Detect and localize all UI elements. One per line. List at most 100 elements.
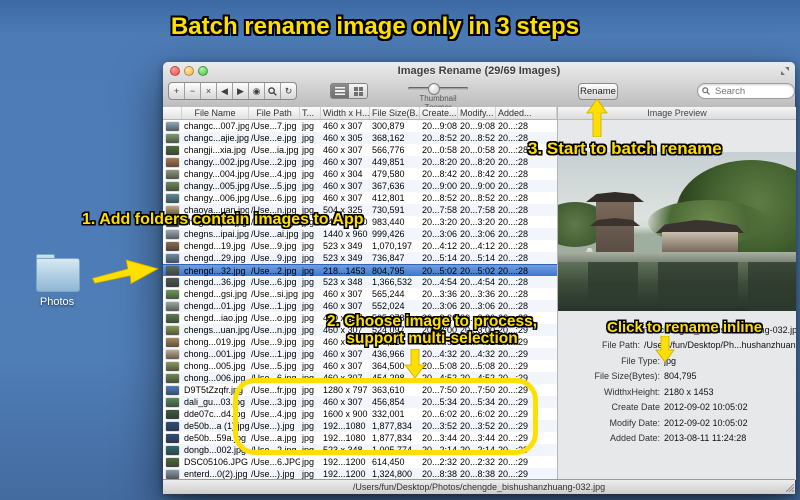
table-row[interactable]: chegns...ipai.jpg/Use...ai.jpg jpg 1440 x … [163,228,557,240]
table-row[interactable]: chengd...29.jpg/Use...9.jpg jpg 523 x 349 7… [163,252,557,264]
preview-fields: File Name: chengde_bishushanzhuang-032.jp… [558,322,796,446]
preview-field[interactable]: WidthxHeight: 2180 x 1453 [558,384,796,400]
cell-created: 20...3:36 [422,289,458,299]
cell-added: 20...:28 [498,229,529,239]
table-row[interactable]: chong...006.jpg/Use...6.jpg jpg 460 x 307 4… [163,372,557,384]
cell-modified: 20...7:58 [460,205,496,215]
column-header[interactable]: T... [300,107,321,119]
annotation-step3: 3. Start to batch rename [528,139,722,158]
list-view-button[interactable] [331,84,349,98]
field-value[interactable]: 2012-09-02 10:05:02 [664,418,748,428]
table-row[interactable]: chengd...32.jpg/Use...2.jpg jpg 218...1453… [163,264,557,276]
table-row[interactable]: chong...005.jpg/Use...5.jpg jpg 460 x 307 3… [163,360,557,372]
image-thumbnail [166,445,179,455]
photo-water [558,262,796,311]
cell-created: 20...4:12 [422,241,458,251]
cell-size: 449,851 [372,157,405,167]
column-header[interactable]: File Path [249,107,300,119]
image-thumbnail [166,433,179,443]
image-thumbnail [166,133,179,143]
table-row[interactable]: dde07c...d4.jpg/Use...4.jpg jpg 1600 x 900… [163,408,557,420]
search-field[interactable] [697,83,795,99]
table-row[interactable]: de50b...59a.jpg/Use...a.jpg jpg 192...1080… [163,432,557,444]
preview-field[interactable]: File Size(Bytes): 804,795 [558,369,796,385]
table-row[interactable]: chengd...gsi.jpg/Use...si.jpg jpg 460 x 30… [163,288,557,300]
table-row[interactable]: changy...005.jpg/Use...5.jpg jpg 460 x 307… [163,180,557,192]
cell-modified: 20...4:54 [460,277,496,287]
column-header[interactable]: File Size(B... [370,107,420,119]
cell-added: 20...:28 [498,193,529,203]
preview-field[interactable]: File Path:/Users/fun/Desktop/Ph...hushan… [558,338,796,354]
column-header[interactable]: Modify... [458,107,496,119]
magnifier-icon[interactable] [265,83,281,99]
table-row[interactable]: changji...xia.jpg/Use...ia.jpg jpg 460 x 3… [163,144,557,156]
table-row[interactable]: dongb...002.jpg/Use...2.jpg jpg 523 x 348 1… [163,444,557,456]
folder-label: Photos [39,296,75,308]
table-row[interactable]: DSC05106.JPG/Use...6.JPG jpg 192...1200 614… [163,456,557,468]
table-row[interactable]: changy...004.jpg/Use...4.jpg jpg 460 x 304… [163,168,557,180]
back-icon[interactable]: ◀ [217,83,233,99]
cell-size: 368,162 [372,133,405,143]
cell-size: 1,005,774 [372,445,413,455]
field-value[interactable]: 2012-09-02 10:05:02 [664,402,748,412]
cell-path: /Use...6.jpg [251,193,297,203]
table-row[interactable]: changc...ajie.jpg/Use...e.jpg jpg 460 x 30… [163,132,557,144]
forward-icon[interactable]: ▶ [233,83,249,99]
cell-type: jpg [302,193,315,203]
status-path: /Users/fun/Desktop/Photos/chengde_bishus… [352,482,606,492]
photos-folder-icon[interactable] [36,254,80,292]
cell-modified: 20...3:36 [460,289,496,299]
cell-dims: 1600 x 900 [323,409,368,419]
add-icon[interactable]: + [169,83,185,99]
refresh-icon[interactable]: ↻ [281,83,296,99]
table-row[interactable]: chengd...01.jpg/Use...1.jpg jpg 460 x 307 5… [163,300,557,312]
image-thumbnail [166,229,179,239]
photo-pagoda-roof [586,192,644,202]
cell-added: 20...:28 [498,241,529,251]
cell-created: 20...5:02 [422,265,458,276]
cell-name: changc...ajie.jpg [184,133,249,143]
cell-modified: 20...5:02 [460,265,496,276]
cell-added: 20...:28 [498,301,529,311]
table-row[interactable]: chong...001.jpg/Use...1.jpg jpg 460 x 307 4… [163,348,557,360]
table-row[interactable]: changy...002.jpg/Use...2.jpg jpg 460 x 307… [163,156,557,168]
remove-icon[interactable]: − [185,83,201,99]
table-row[interactable]: dali_gu...03.jpg/Use...3.jpg jpg 460 x 307… [163,396,557,408]
resize-grip[interactable] [784,482,794,492]
field-value[interactable]: 2180 x 1453 [664,387,714,397]
cell-type: jpg [302,157,315,167]
cell-size: 566,776 [372,145,405,155]
app-window: Images Rename (29/69 Images) + − × ◀ ▶ ◉ ↻ Thu… [163,62,796,494]
field-value[interactable]: 804,795 [664,371,697,381]
zoomer-track[interactable] [408,83,468,95]
column-header[interactable]: File Name [182,107,249,119]
preview-field[interactable]: Modify Date: 2012-09-02 10:05:02 [558,415,796,431]
cell-created: 20...3:06 [422,301,458,311]
column-header[interactable]: Added... [496,107,557,119]
fullscreen-icon[interactable] [780,66,790,76]
column-header[interactable]: Width x H... [321,107,370,119]
table-row[interactable]: chengd...19.jpg/Use...9.jpg jpg 523 x 349 1… [163,240,557,252]
delete-icon[interactable]: × [201,83,217,99]
field-value[interactable]: 2013-08-11 11:24:28 [664,433,746,443]
preview-field[interactable]: Create Date 2012-09-02 10:05:02 [558,400,796,416]
table-row[interactable]: changy...006.jpg/Use...6.jpg jpg 460 x 307… [163,192,557,204]
rename-button[interactable]: Rename [578,83,618,100]
preview-eye-icon[interactable]: ◉ [249,83,265,99]
table-row[interactable]: chengd...36.jpg/Use...6.jpg jpg 523 x 348 1… [163,276,557,288]
search-icon [702,87,710,95]
preview-field[interactable]: Added Date: 2013-08-11 11:24:28 [558,431,796,447]
table-row[interactable]: de50b...a (1).jpg/Use...).jpg jpg 192...10… [163,420,557,432]
cell-added: 20...:28 [498,289,529,299]
image-thumbnail [166,457,179,467]
cell-dims: 192...1080 [323,433,366,443]
cell-added: 20...:29 [498,373,529,383]
search-input[interactable] [713,84,781,98]
zoomer-knob[interactable] [428,83,440,95]
preview-field[interactable]: File Type: jpg [558,353,796,369]
grid-view-button[interactable] [349,84,367,98]
table-row[interactable]: D9T5tZzqfr.jpg/Use...fr.jpg jpg 1280 x 797… [163,384,557,396]
column-header[interactable]: Create... [420,107,458,119]
cell-modified: 20...2:32 [460,457,496,467]
table-row[interactable]: changc...007.jpg/Use...7.jpg jpg 460 x 307… [163,120,557,132]
